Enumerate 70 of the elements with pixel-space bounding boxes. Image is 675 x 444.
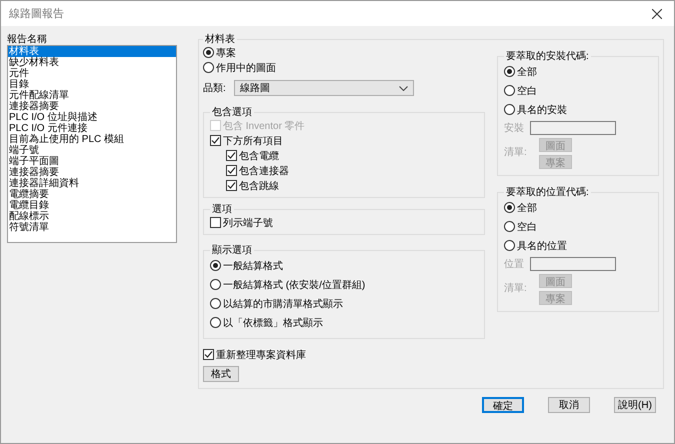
checkbox[interactable] <box>203 349 214 360</box>
radio-label: 一般結算格式 (依安裝/位置群組) <box>223 278 366 292</box>
checkbox-label: 下方所有項目 <box>223 134 283 148</box>
format-button[interactable]: 格式 <box>203 366 239 382</box>
dialog-button[interactable]: 說明(H) <box>614 397 656 413</box>
checkbox[interactable] <box>210 217 221 228</box>
report-list-item[interactable]: 材料表 <box>8 46 176 57</box>
text-field[interactable] <box>530 121 616 135</box>
radio-label: 全部 <box>517 202 537 214</box>
group-title: 顯示選項 <box>211 245 253 256</box>
radio-label: 具名的安裝 <box>517 104 567 116</box>
text-field[interactable] <box>530 257 616 271</box>
checkbox-label: 包含電纜 <box>239 150 279 162</box>
report-list-item[interactable]: 目錄 <box>8 79 176 90</box>
report-list-item[interactable]: 符號清單 <box>8 222 176 233</box>
radio-label: 專案 <box>216 46 236 60</box>
report-list-item[interactable]: 端子平面圖 <box>8 156 176 167</box>
report-list-item[interactable]: 目前為止使用的 PLC 模組 <box>8 134 176 145</box>
checkbox-label: 包含連接器 <box>239 164 289 178</box>
window-title: 線路圖報告 <box>9 6 64 21</box>
list-label: 清單: <box>504 146 527 159</box>
radio-button[interactable] <box>203 62 214 73</box>
checkbox[interactable] <box>210 135 221 146</box>
checkbox-label: 包含 Inventor 零件 <box>223 120 305 132</box>
dialog-button[interactable]: 確定 <box>482 397 524 413</box>
category-label: 品類: <box>203 82 226 95</box>
radio-button[interactable] <box>210 260 221 271</box>
checkbox-label: 重新整理專案資料庫 <box>216 348 306 362</box>
field-label: 安裝 <box>504 122 524 135</box>
report-list-item[interactable]: 連接器摘要 <box>8 167 176 178</box>
radio-label: 空白 <box>517 220 537 234</box>
report-list-item[interactable]: 連接器詳細資料 <box>8 178 176 189</box>
report-list-item[interactable]: PLC I/O 位址與描述 <box>8 112 176 123</box>
radio-label: 空白 <box>517 84 537 98</box>
radio-button[interactable] <box>210 317 221 328</box>
radio-label: 作用中的圖面 <box>216 62 276 74</box>
radio-button[interactable] <box>210 298 221 309</box>
checkbox[interactable] <box>226 165 237 176</box>
chevron-icon <box>398 86 408 90</box>
close-icon[interactable] <box>652 8 662 18</box>
radio-label: 以「依標籤」格式顯示 <box>223 316 323 330</box>
checkbox[interactable] <box>226 180 237 191</box>
report-list-item[interactable]: 元件 <box>8 68 176 79</box>
group-title: 選項 <box>211 204 233 215</box>
category-dropdown[interactable]: 線路圖 <box>234 80 414 96</box>
dialog-button[interactable]: 取消 <box>548 397 590 413</box>
report-list-item[interactable]: 缺少材料表 <box>8 57 176 68</box>
checkbox[interactable] <box>226 150 237 161</box>
list-label: 清單: <box>504 282 527 295</box>
radio-button[interactable] <box>203 47 214 58</box>
radio-label: 以結算的市購清單格式顯示 <box>223 298 343 310</box>
group-title: 材料表 <box>204 34 236 45</box>
report-list-item[interactable]: 元件配線清單 <box>8 90 176 101</box>
radio-label: 一般結算格式 <box>223 260 283 272</box>
report-list-item[interactable]: 電纜目錄 <box>8 200 176 211</box>
report-list-item[interactable]: 配線標示 <box>8 211 176 222</box>
report-list-item[interactable]: PLC I/O 元件連接 <box>8 123 176 134</box>
group-title: 要萃取的安裝代碼: <box>505 51 590 62</box>
report-list-item[interactable]: 端子號 <box>8 145 176 156</box>
report-list-item[interactable]: 連接器摘要 <box>8 101 176 112</box>
list-label: 報告名稱 <box>7 34 48 45</box>
checkbox-label: 列示端子號 <box>223 216 273 230</box>
report-list-item[interactable]: 電纜摘要 <box>8 189 176 200</box>
radio-label: 具名的位置 <box>517 240 567 252</box>
field-label: 位置 <box>504 258 524 271</box>
radio-label: 全部 <box>517 66 537 78</box>
group-title: 要萃取的位置代碼: <box>505 187 590 198</box>
checkbox-label: 包含跳線 <box>239 180 279 192</box>
radio-button[interactable] <box>210 279 221 290</box>
group-title: 包含選項 <box>211 107 253 118</box>
